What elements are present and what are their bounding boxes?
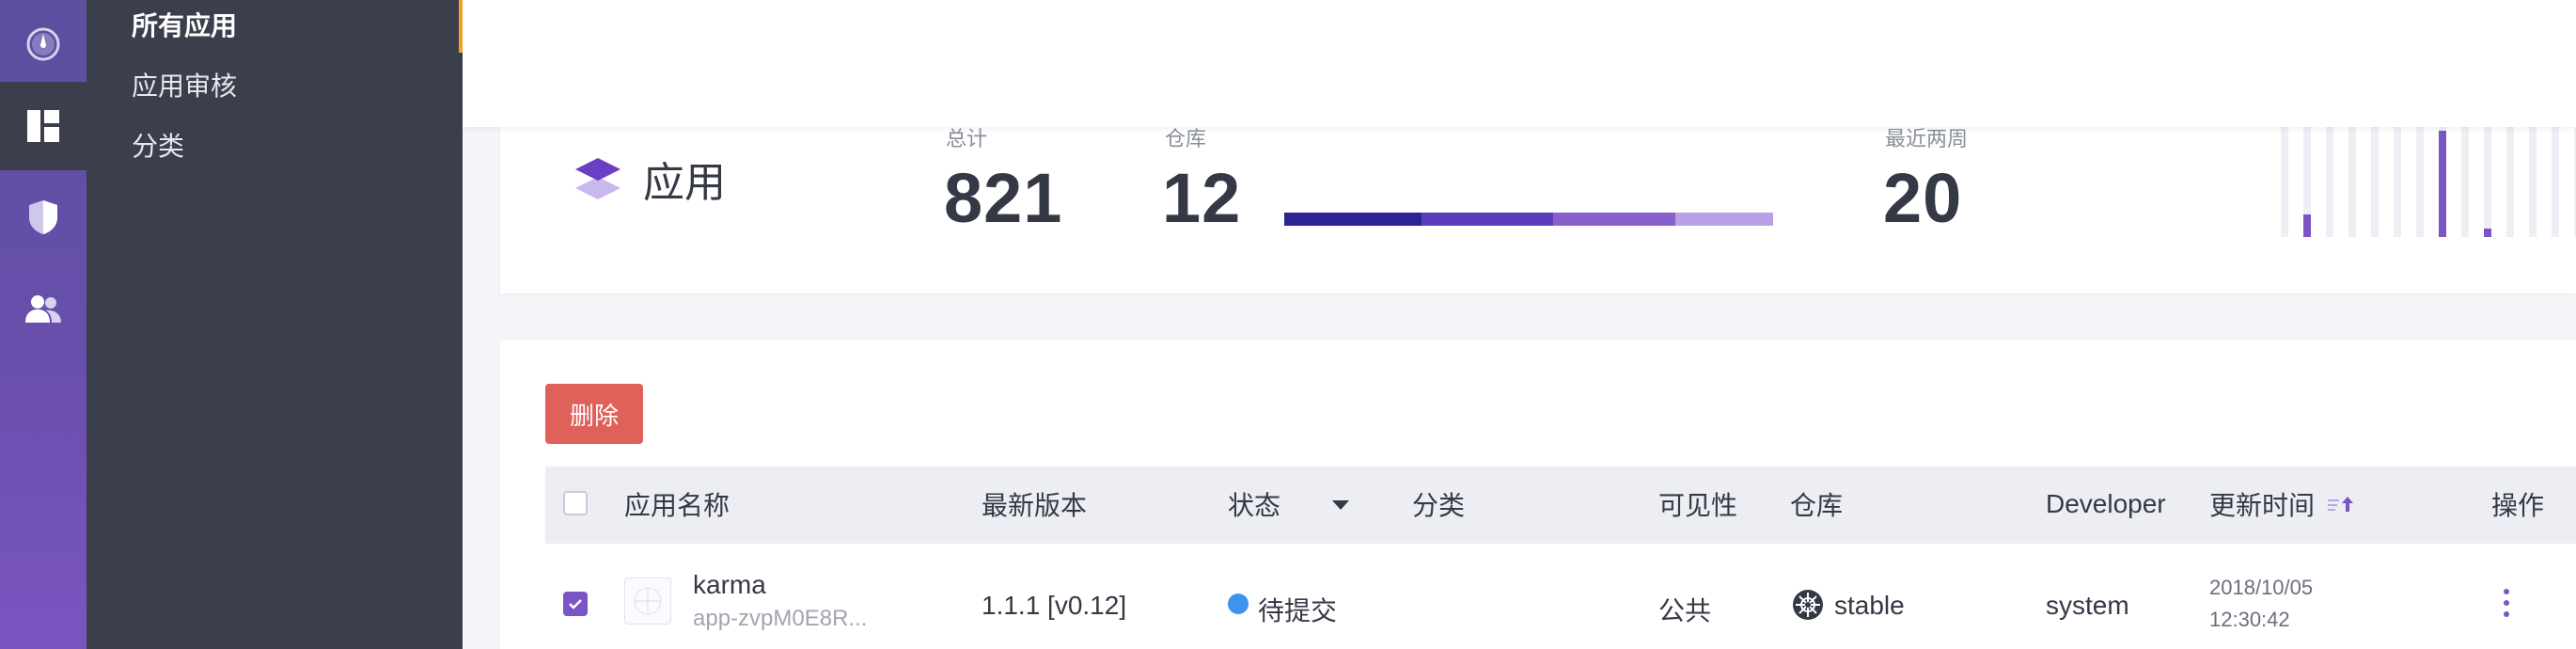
column-updated[interactable]: 更新时间 xyxy=(2209,485,2315,523)
shield-icon xyxy=(27,198,59,236)
sparkline-value xyxy=(2484,229,2491,237)
sidebar-item-categories[interactable]: 分类 xyxy=(132,126,184,164)
repo-distribution-bar xyxy=(1284,213,1773,226)
sparkline-bar xyxy=(2303,126,2311,237)
compass-icon xyxy=(26,27,60,61)
sparkline-bar xyxy=(2552,126,2559,237)
app-icon xyxy=(624,578,671,625)
summary-card xyxy=(500,103,2576,293)
helm-repo-icon xyxy=(1792,589,1824,625)
sparkline-bar xyxy=(2371,126,2379,237)
status-filter-caret-icon[interactable] xyxy=(1331,499,1350,515)
sparkline-bar xyxy=(2506,126,2514,237)
repo-bar-segment xyxy=(1421,213,1553,226)
sort-ascending-icon[interactable] xyxy=(2328,495,2356,518)
sparkline-bar xyxy=(2484,126,2491,237)
column-visibility[interactable]: 可见性 xyxy=(1658,485,1737,523)
page-title: 应用 xyxy=(643,160,726,206)
column-name[interactable]: 应用名称 xyxy=(624,485,730,523)
sparkline-value xyxy=(2439,131,2446,237)
rail-item-users[interactable] xyxy=(0,264,86,353)
app-id: app-zvpM0E8R... xyxy=(693,606,868,631)
column-version[interactable]: 最新版本 xyxy=(982,485,1087,523)
column-repo[interactable]: 仓库 xyxy=(1790,485,1843,523)
users-icon xyxy=(24,293,63,324)
column-category[interactable]: 分类 xyxy=(1412,485,1465,523)
column-status[interactable]: 状态 xyxy=(1228,485,1280,523)
repo-bar-segment xyxy=(1552,213,1675,226)
status-dot xyxy=(1228,594,1249,614)
top-header-bar xyxy=(463,0,2576,127)
updated-time: 12:30:42 xyxy=(2209,608,2290,631)
icon-rail xyxy=(0,0,86,649)
column-actions: 操作 xyxy=(2491,491,2545,520)
sparkline-bar xyxy=(2348,126,2356,237)
sparkline-bar xyxy=(2529,126,2537,237)
rail-item-apps[interactable] xyxy=(0,82,86,170)
app-version: 1.1.1 [v0.12] xyxy=(982,591,1127,620)
row-checkbox[interactable] xyxy=(563,592,588,616)
sidebar-item-app-review[interactable]: 应用审核 xyxy=(132,66,237,103)
recent-value: 20 xyxy=(1883,159,1963,237)
sparkline-value xyxy=(2303,214,2311,237)
sparkline-bar xyxy=(2394,126,2401,237)
total-value: 821 xyxy=(944,159,1063,237)
app-developer: system xyxy=(2046,591,2129,620)
delete-button[interactable]: 删除 xyxy=(545,384,643,444)
sparkline-bar xyxy=(2281,126,2288,237)
repo-bar-segment xyxy=(1284,213,1422,226)
sparkline-bar xyxy=(2326,126,2333,237)
sidebar-item-all-apps[interactable]: 所有应用 xyxy=(132,6,237,43)
column-developer[interactable]: Developer xyxy=(2046,489,2166,519)
rail-item-overview[interactable] xyxy=(0,0,86,88)
dashboard-icon xyxy=(25,108,61,144)
app-name-link[interactable]: karma xyxy=(693,570,766,600)
status-text: 待提交 xyxy=(1258,596,1338,625)
more-actions-icon[interactable] xyxy=(2501,589,2512,617)
rail-item-security[interactable] xyxy=(0,173,86,261)
sparkline-bar xyxy=(2461,126,2469,237)
repo-bar-segment xyxy=(1674,213,1773,226)
select-all-checkbox[interactable] xyxy=(563,491,588,515)
app-visibility: 公共 xyxy=(1658,596,1712,625)
repos-value: 12 xyxy=(1162,159,1242,237)
sparkline-bar xyxy=(2416,126,2424,237)
app-layers-icon xyxy=(573,156,622,208)
recent-activity-sparkline xyxy=(2281,126,2576,239)
updated-date: 2018/10/05 xyxy=(2209,576,2314,599)
app-repo[interactable]: stable xyxy=(1834,591,1905,621)
sparkline-bar xyxy=(2439,126,2446,237)
